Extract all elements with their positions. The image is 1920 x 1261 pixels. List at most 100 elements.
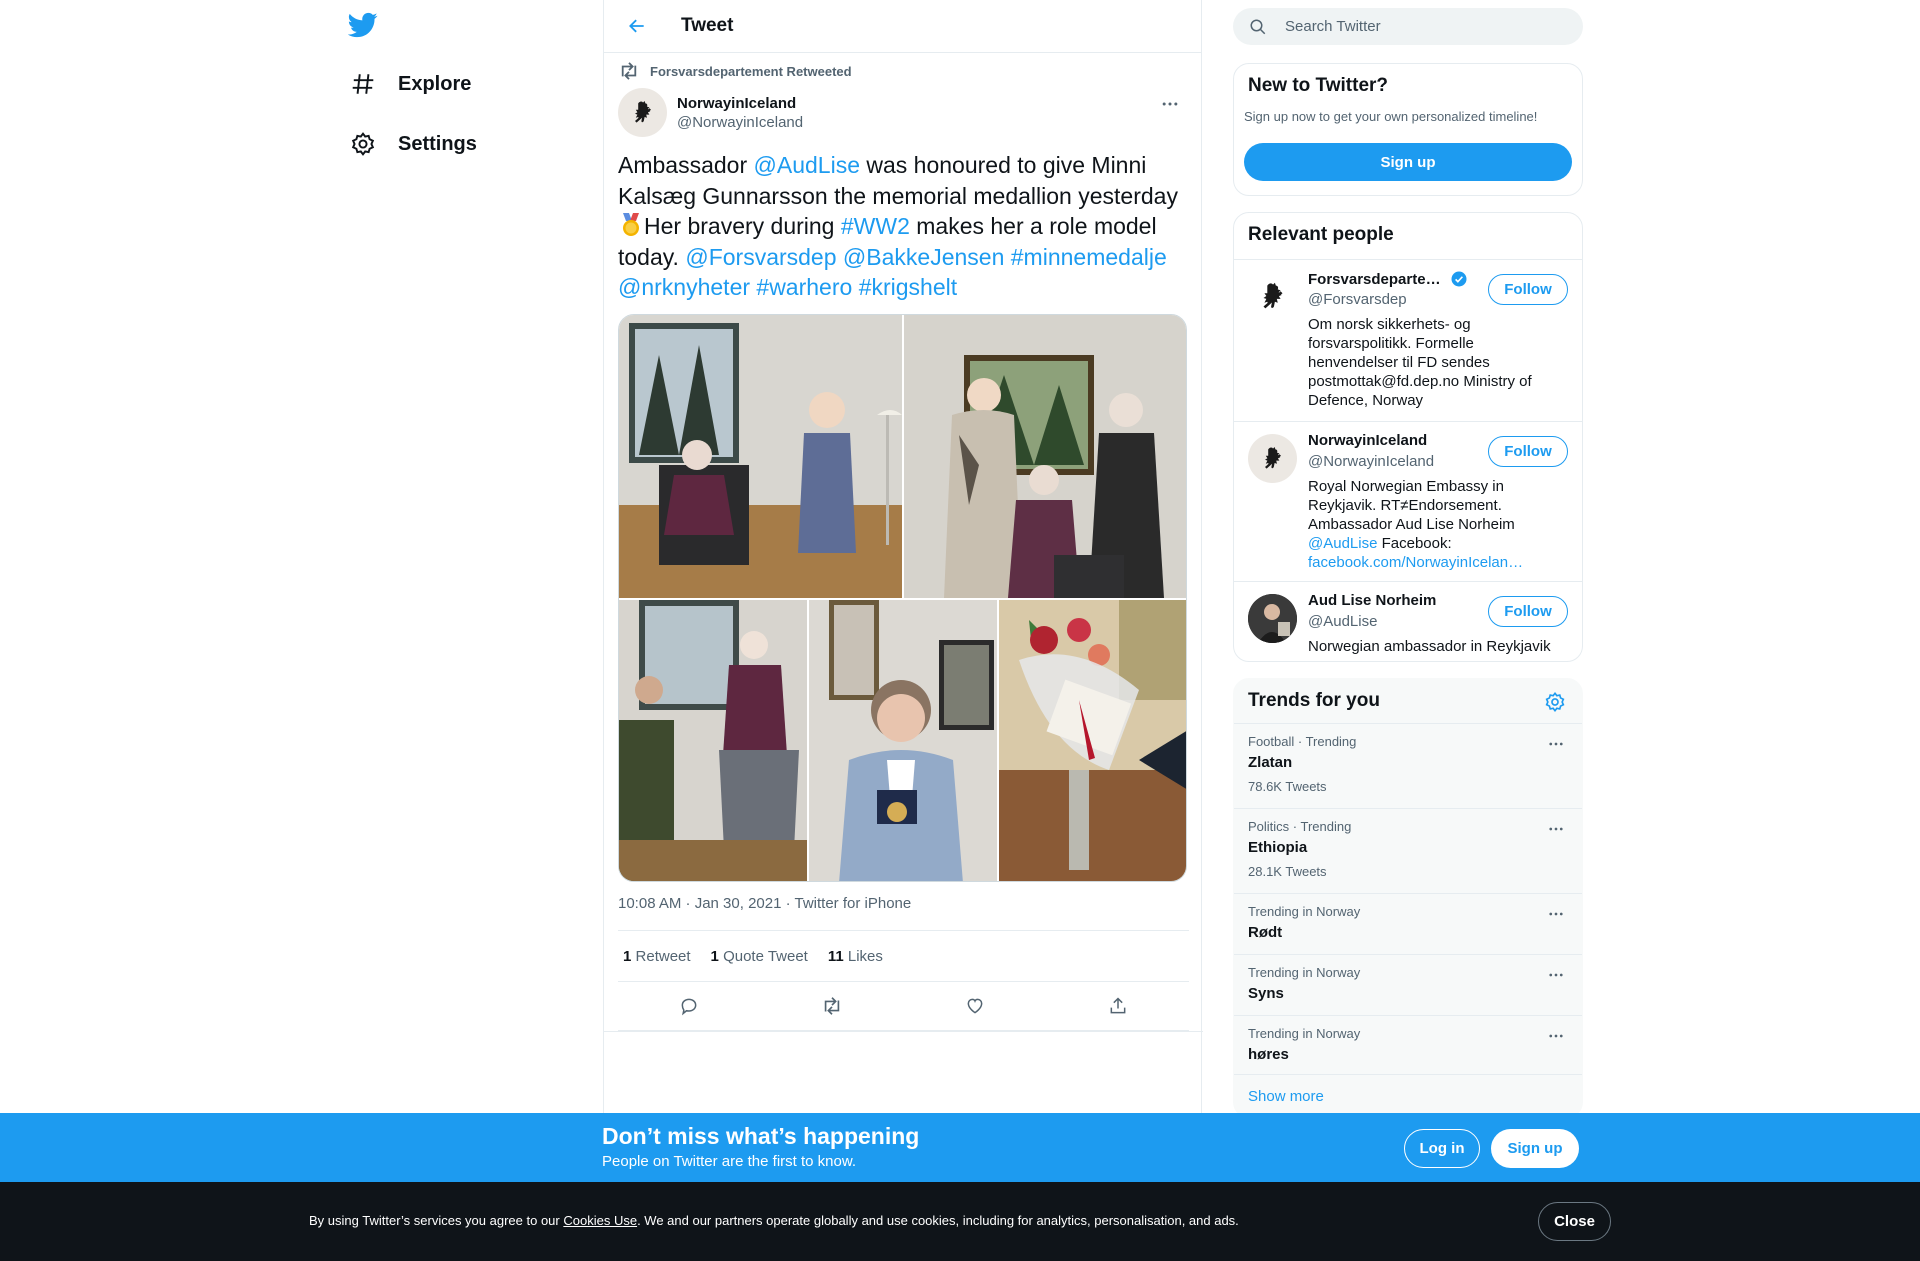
- trend-item[interactable]: Politics · Trending Ethiopia 28.1K Tweet…: [1234, 808, 1582, 893]
- retweets-label: Retweet: [635, 947, 691, 965]
- trend-item[interactable]: Trending in Norway høres: [1234, 1015, 1582, 1075]
- author-avatar[interactable]: [618, 88, 667, 137]
- person-item[interactable]: Aud Lise Norheim @AudLise Norwegian amba…: [1234, 581, 1582, 661]
- trend-more-button[interactable]: [1544, 732, 1568, 756]
- trend-item[interactable]: Football · Trending Zlatan 78.6K Tweets: [1234, 723, 1582, 808]
- retweet-context[interactable]: Forsvarsdepartement Retweeted: [618, 62, 852, 80]
- person-name[interactable]: NorwayinIceland: [1308, 432, 1427, 449]
- twitter-bird-icon[interactable]: [347, 10, 382, 44]
- new-card-title: New to Twitter?: [1248, 75, 1389, 96]
- retweet-context-label: Forsvarsdepartement Retweeted: [650, 63, 852, 79]
- trend-item[interactable]: Trending in Norway Rødt: [1234, 893, 1582, 954]
- trend-meta: Trending in Norway: [1248, 904, 1361, 919]
- trend-name: Rødt: [1248, 924, 1283, 941]
- cookies-use-link[interactable]: Cookies Use: [563, 1213, 637, 1228]
- heart-icon: [967, 998, 983, 1014]
- search-box[interactable]: [1233, 8, 1583, 45]
- trend-more-button[interactable]: [1544, 902, 1568, 926]
- tweet-photo-4[interactable]: [809, 600, 997, 881]
- mention-link[interactable]: @AudLise: [754, 152, 860, 178]
- follow-button[interactable]: Follow: [1488, 274, 1568, 305]
- trend-name: Syns: [1248, 985, 1284, 1002]
- tweet-stats: 1 Retweet 1 Quote Tweet 11 Likes: [618, 930, 1189, 982]
- trend-more-button[interactable]: [1544, 817, 1568, 841]
- mention-link[interactable]: @BakkeJensen: [843, 244, 1004, 270]
- reply-button[interactable]: [671, 988, 707, 1024]
- trend-more-button[interactable]: [1544, 1024, 1568, 1048]
- cookie-close-button[interactable]: Close: [1538, 1202, 1611, 1241]
- retweets-stat[interactable]: 1 Retweet: [623, 948, 691, 965]
- back-button[interactable]: [620, 9, 654, 43]
- signup-banner: Don’t miss what’s happening People on Tw…: [0, 1113, 1920, 1182]
- bio-url-link[interactable]: facebook.com/NorwayinIcelan…: [1308, 554, 1523, 571]
- mention-link[interactable]: @nrknyheter: [618, 274, 750, 300]
- tweet-timestamp[interactable]: 10:08 AM · Jan 30, 2021 · Twitter for iP…: [618, 895, 911, 912]
- trend-meta: Football · Trending: [1248, 734, 1357, 749]
- share-button[interactable]: [1100, 988, 1136, 1024]
- person-bio: Om norsk sikkerhets- og forsvarspolitikk…: [1308, 316, 1532, 409]
- trend-meta: Trending in Norway: [1248, 1026, 1361, 1041]
- more-options-button[interactable]: [1158, 92, 1182, 116]
- person-name[interactable]: Forsvarsdepartem…: [1308, 271, 1446, 288]
- trend-meta: Politics · Trending: [1248, 819, 1352, 834]
- person-handle[interactable]: @AudLise: [1308, 613, 1377, 630]
- show-more-link[interactable]: Show more: [1234, 1074, 1582, 1114]
- follow-button[interactable]: Follow: [1488, 436, 1568, 467]
- quote-tweets-stat[interactable]: 1 Quote Tweet: [711, 948, 808, 965]
- person-handle[interactable]: @NorwayinIceland: [1308, 453, 1434, 470]
- likes-label: Likes: [847, 947, 883, 965]
- person-bio-text: Royal Norwegian Embassy in Reykjavik. RT…: [1308, 478, 1515, 533]
- person-avatar[interactable]: [1248, 594, 1297, 643]
- bio-mention-link[interactable]: @AudLise: [1308, 535, 1377, 552]
- retweet-button[interactable]: [814, 988, 850, 1024]
- mention-link[interactable]: @Forsvarsdep: [685, 244, 836, 270]
- tweet-photo-1[interactable]: [619, 315, 902, 598]
- likes-stat[interactable]: 11 Likes: [828, 948, 883, 965]
- person-bio-text: Facebook:: [1377, 535, 1452, 552]
- signup-button[interactable]: Sign up: [1491, 1129, 1579, 1168]
- tweet-photo-3[interactable]: [619, 600, 807, 881]
- sidebar-signup-button[interactable]: Sign up: [1244, 143, 1572, 181]
- trends-settings-button[interactable]: [1544, 691, 1568, 715]
- tweet-photo-2[interactable]: [904, 315, 1186, 598]
- trend-count: 78.6K Tweets: [1248, 779, 1327, 794]
- cookie-bar: By using Twitter’s services you agree to…: [0, 1182, 1920, 1261]
- person-name[interactable]: Aud Lise Norheim: [1308, 592, 1436, 609]
- tweet-header: Tweet: [604, 0, 1201, 53]
- hashtag-link[interactable]: #krigshelt: [859, 274, 957, 300]
- nav-item-explore[interactable]: Explore: [348, 64, 471, 104]
- hashtag-link[interactable]: #WW2: [841, 213, 910, 239]
- follow-button[interactable]: Follow: [1488, 596, 1568, 627]
- banner-title: Don’t miss what’s happening: [602, 1123, 920, 1149]
- banner-subtitle: People on Twitter are the first to know.: [602, 1153, 857, 1170]
- hashtag-link[interactable]: #warhero: [756, 274, 852, 300]
- person-item[interactable]: Forsvarsdepartem… @Forsvarsdep Om norsk …: [1234, 259, 1582, 421]
- norway-lion-emblem-icon: [1263, 282, 1282, 308]
- author-name[interactable]: NorwayinIceland: [677, 95, 803, 112]
- like-button[interactable]: [957, 988, 993, 1024]
- person-avatar[interactable]: [1248, 434, 1297, 483]
- person-avatar[interactable]: [1248, 272, 1297, 321]
- login-button[interactable]: Log in: [1404, 1129, 1480, 1168]
- trend-item[interactable]: Trending in Norway Syns: [1234, 954, 1582, 1015]
- tweet-photo-5[interactable]: [999, 600, 1186, 881]
- trend-count: 28.1K Tweets: [1248, 864, 1327, 879]
- quote-tweets-count: 1: [710, 947, 719, 965]
- more-dots-icon: [1549, 742, 1563, 746]
- person-photo-icon: [1248, 594, 1297, 643]
- hashtag-link[interactable]: #minnemedalje: [1011, 244, 1167, 270]
- divider: [604, 1031, 1203, 1032]
- cookie-text: By using Twitter’s services you agree to…: [309, 1213, 1239, 1228]
- more-dots-icon: [1549, 827, 1563, 831]
- new-card-subtitle: Sign up now to get your own personalized…: [1244, 109, 1538, 124]
- tweet-text: Ambassador @AudLise was honoured to give…: [618, 150, 1188, 303]
- hashtag-icon: [348, 69, 378, 99]
- person-item[interactable]: NorwayinIceland @NorwayinIceland Royal N…: [1234, 421, 1582, 581]
- author-handle[interactable]: @NorwayinIceland: [677, 114, 803, 131]
- trend-more-button[interactable]: [1544, 963, 1568, 987]
- nav-item-settings[interactable]: Settings: [348, 124, 477, 164]
- medal-emoji-icon: [618, 212, 644, 238]
- search-input[interactable]: [1285, 18, 1565, 35]
- gear-icon: [1545, 691, 1565, 713]
- person-handle[interactable]: @Forsvarsdep: [1308, 291, 1407, 308]
